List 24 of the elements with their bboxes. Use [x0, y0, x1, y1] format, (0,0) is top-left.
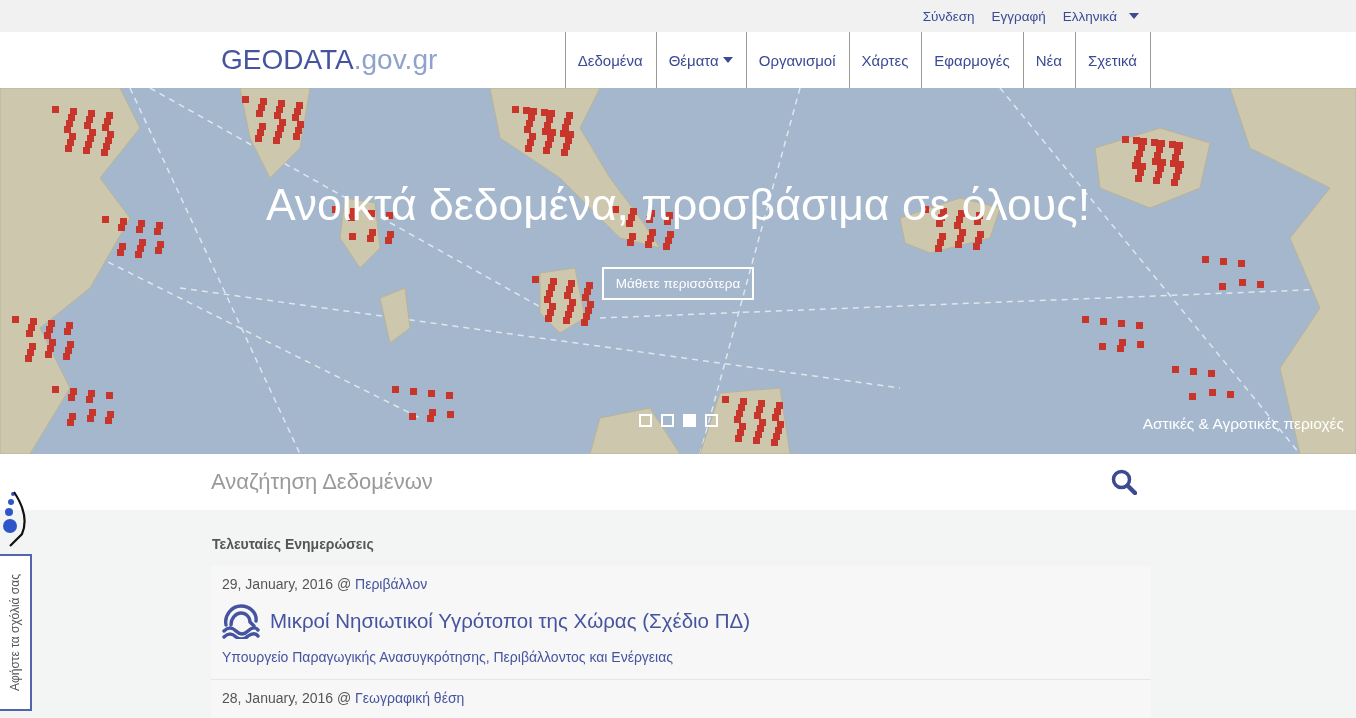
top-link[interactable]: Εγγραφή — [991, 8, 1046, 24]
feedback-tab[interactable]: Αφήστε τα σχόλιά σας — [0, 554, 32, 711]
organization-link[interactable]: Υπουργείο Παραγωγικής Ανασυγκρότησης, Περιβάλλοντος και Ενέργειας — [222, 649, 1140, 665]
language-select[interactable]: Ελληνικά — [1062, 8, 1151, 24]
category-link[interactable]: Περιβάλλον — [355, 576, 428, 592]
slide-caption: Αστικές & Αγροτικές περιοχές — [1142, 415, 1344, 433]
caret-icon — [1129, 13, 1139, 19]
post-date: 28, January, 2016 @ — [222, 690, 352, 706]
slide-indicator[interactable] — [660, 414, 674, 427]
search-field[interactable]: Αναζήτηση Δεδομένων — [211, 462, 1111, 502]
category-link[interactable]: Γεωγραφική θέση — [355, 690, 465, 706]
bubbles-icon — [0, 490, 26, 548]
site-logo[interactable]: GEODATA.gov.gr — [211, 32, 438, 88]
search-bar[interactable]: Αναζήτηση Δεδομένων — [0, 454, 1356, 510]
slide-indicator[interactable] — [704, 414, 718, 427]
top-link[interactable]: Σύνδεση — [922, 8, 975, 24]
slide-indicator[interactable] — [638, 414, 652, 427]
post-date: 29, January, 2016 @ — [222, 576, 352, 592]
section-heading: Τελευταίες Ενημερώσεις — [212, 536, 375, 552]
post-title-link[interactable]: Μικροί Νησιωτικοί Υγρότοποι της Χώρας (Σχέδιο ΠΔ) — [270, 609, 751, 633]
waves-icon — [222, 603, 260, 639]
caret-icon — [722, 57, 733, 63]
search-icon — [1111, 469, 1137, 495]
search-button[interactable] — [1111, 469, 1137, 495]
